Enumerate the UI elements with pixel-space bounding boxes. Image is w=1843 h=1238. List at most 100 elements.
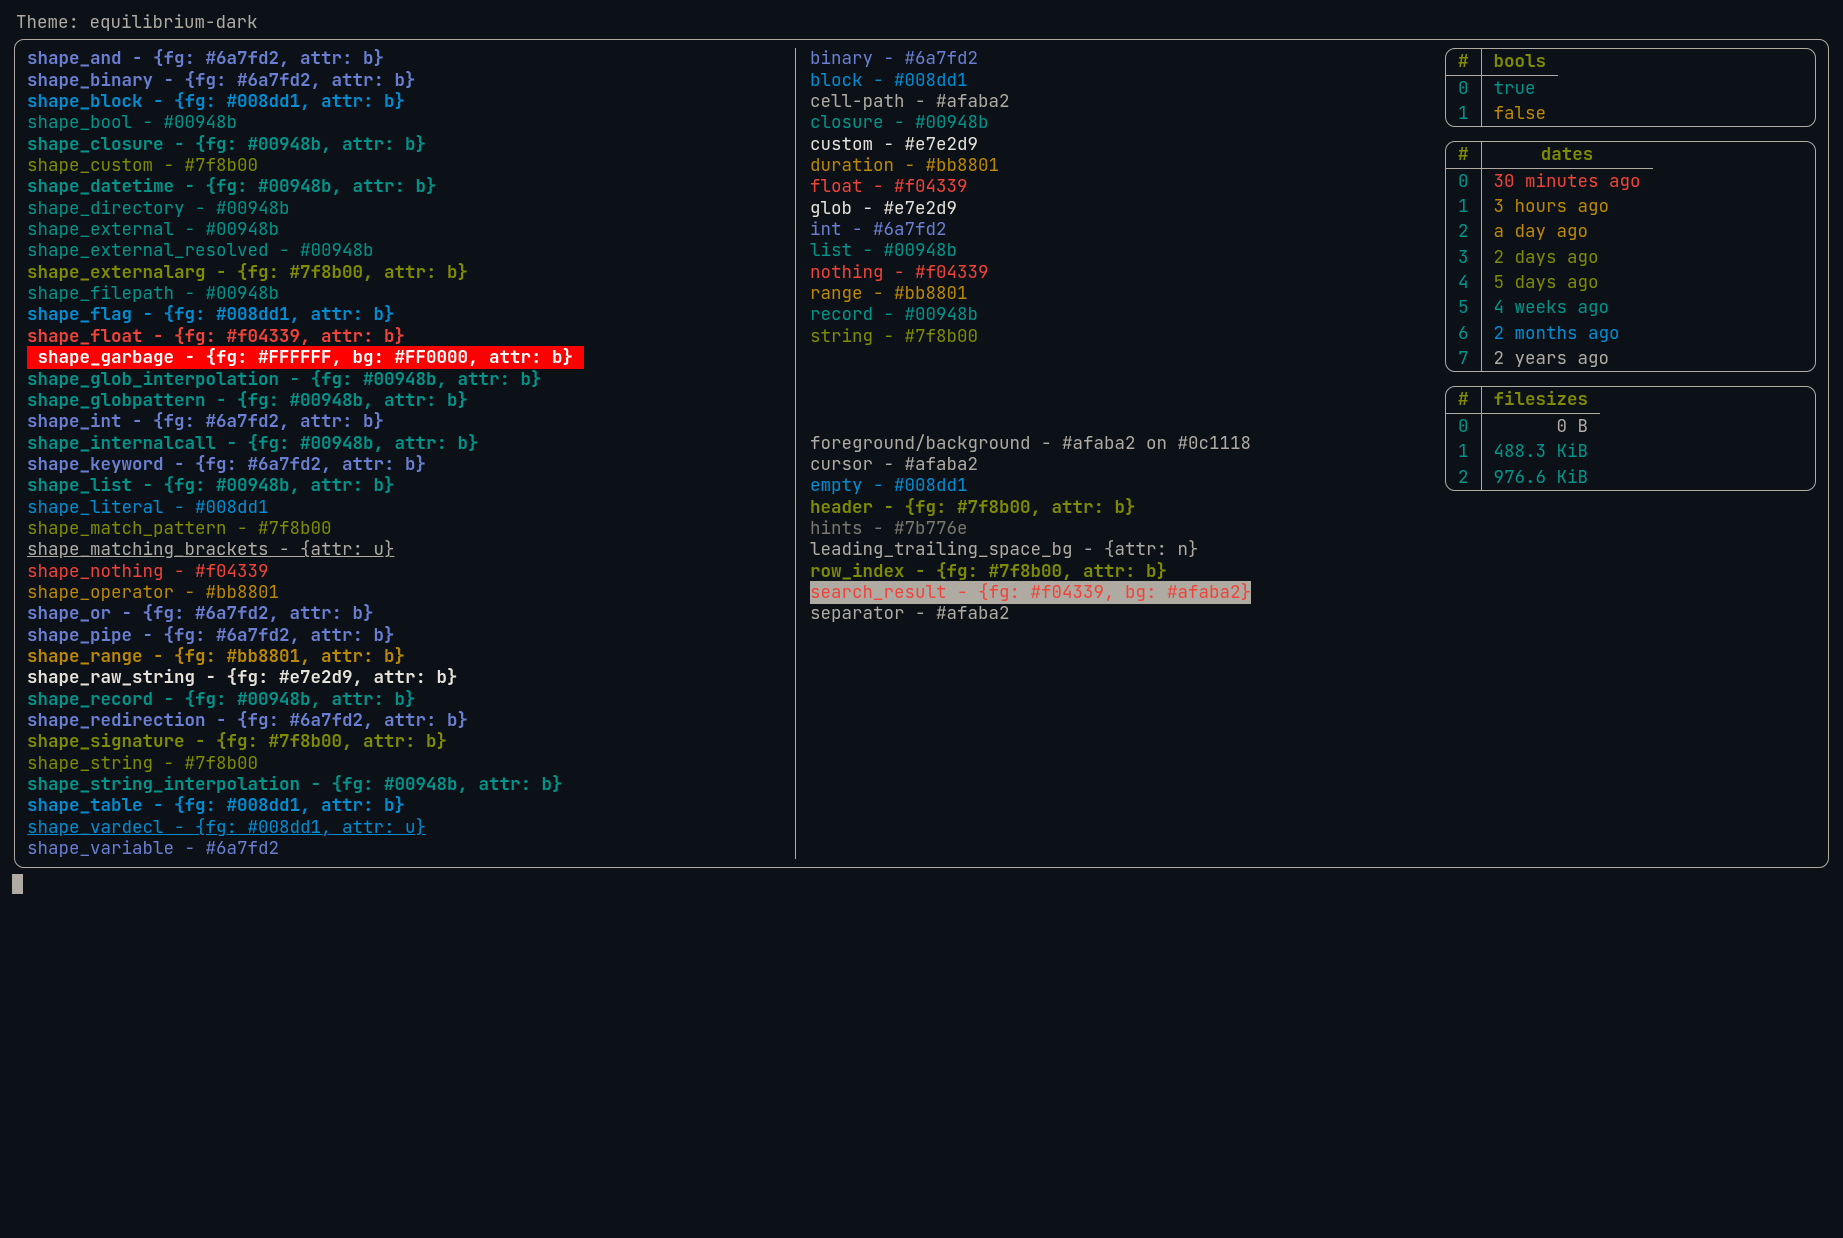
shape-row: shape_nothing - #f04339 <box>27 561 785 582</box>
kv-entry: record - #00948b <box>810 303 978 326</box>
kv-row: separator - #afaba2 <box>810 603 1421 624</box>
kv-entry: custom - #e7e2d9 <box>810 133 978 156</box>
shape-row: shape_match_pattern - #7f8b00 <box>27 518 785 539</box>
kv-entry: nothing - #f04339 <box>810 261 989 284</box>
kv-row: duration - #bb8801 <box>810 155 1421 176</box>
shape-entry: shape_range - {fg: #bb8801, attr: b} <box>27 645 405 668</box>
row-index: 1 <box>1446 194 1481 219</box>
shape-row: shape_keyword - {fg: #6a7fd2, attr: b} <box>27 454 785 475</box>
row-index: 5 <box>1446 295 1481 320</box>
table-header-index: # <box>1446 387 1481 413</box>
shape-row: shape_redirection - {fg: #6a7fd2, attr: … <box>27 710 785 731</box>
table-row: 0true <box>1446 75 1558 101</box>
shape-row: shape_glob_interpolation - {fg: #00948b,… <box>27 369 785 390</box>
shape-entry: shape_datetime - {fg: #00948b, attr: b} <box>27 175 437 198</box>
types-and-misc-column: binary - #6a7fd2block - #008dd1cell-path… <box>795 48 1435 859</box>
table-row: 45 days ago <box>1446 270 1653 295</box>
shape-row: shape_garbage - {fg: #FFFFFF, bg: #FF000… <box>27 347 785 368</box>
row-value: 2 years ago <box>1481 346 1653 371</box>
row-value: 976.6 KiB <box>1481 465 1600 490</box>
row-index: 1 <box>1446 101 1481 126</box>
table-row: 62 months ago <box>1446 321 1653 346</box>
shape-entry: shape_block - {fg: #008dd1, attr: b} <box>27 90 405 113</box>
shape-entry: shape_glob_interpolation - {fg: #00948b,… <box>27 368 542 391</box>
shape-row: shape_bool - #00948b <box>27 112 785 133</box>
kv-row: foreground/background - #afaba2 on #0c11… <box>810 433 1421 454</box>
shape-row: shape_pipe - {fg: #6a7fd2, attr: b} <box>27 625 785 646</box>
shape-row: shape_vardecl - {fg: #008dd1, attr: u} <box>27 817 785 838</box>
kv-entry: empty - #008dd1 <box>810 474 968 497</box>
table-header-index: # <box>1446 49 1481 75</box>
table-row: 00 B <box>1446 413 1600 439</box>
shape-entry: shape_flag - {fg: #008dd1, attr: b} <box>27 303 395 326</box>
table-header-dates: dates <box>1481 142 1653 168</box>
shape-row: shape_directory - #00948b <box>27 198 785 219</box>
shape-row: shape_operator - #bb8801 <box>27 582 785 603</box>
shape-entry: shape_directory - #00948b <box>27 197 290 220</box>
kv-entry: header - {fg: #7f8b00, attr: b} <box>810 496 1136 519</box>
kv-row: cursor - #afaba2 <box>810 454 1421 475</box>
row-index: 1 <box>1446 439 1481 464</box>
shape-entry: shape_signature - {fg: #7f8b00, attr: b} <box>27 730 447 753</box>
shape-row: shape_or - {fg: #6a7fd2, attr: b} <box>27 603 785 624</box>
shape-entry: shape_string_interpolation - {fg: #00948… <box>27 773 563 796</box>
kv-entry: float - #f04339 <box>810 175 968 198</box>
shape-entry: shape_nothing - #f04339 <box>27 560 269 583</box>
shape-entry: shape_match_pattern - #7f8b00 <box>27 517 332 540</box>
shape-row: shape_record - {fg: #00948b, attr: b} <box>27 689 785 710</box>
shape-entry: shape_redirection - {fg: #6a7fd2, attr: … <box>27 709 468 732</box>
kv-row: nothing - #f04339 <box>810 262 1421 283</box>
shape-entry: shape_vardecl - {fg: #008dd1, attr: u} <box>27 816 426 839</box>
shape-row: shape_signature - {fg: #7f8b00, attr: b} <box>27 731 785 752</box>
kv-entry: int - #6a7fd2 <box>810 218 947 241</box>
shape-entry: shape_or - {fg: #6a7fd2, attr: b} <box>27 602 374 625</box>
shape-row: shape_range - {fg: #bb8801, attr: b} <box>27 646 785 667</box>
row-value: 2 months ago <box>1481 321 1653 346</box>
shape-entry: shape_internalcall - {fg: #00948b, attr:… <box>27 432 479 455</box>
shape-row: shape_datetime - {fg: #00948b, attr: b} <box>27 176 785 197</box>
shape-entry: shape_pipe - {fg: #6a7fd2, attr: b} <box>27 624 395 647</box>
shape-row: shape_string - #7f8b00 <box>27 753 785 774</box>
theme-label: Theme: <box>16 11 79 34</box>
table-row: 1false <box>1446 101 1558 126</box>
kv-entry: binary - #6a7fd2 <box>810 47 978 70</box>
row-value: 30 minutes ago <box>1481 168 1653 194</box>
shape-entry: shape_table - {fg: #008dd1, attr: b} <box>27 794 405 817</box>
kv-row: hints - #7b776e <box>810 518 1421 539</box>
shape-row: shape_string_interpolation - {fg: #00948… <box>27 774 785 795</box>
row-index: 3 <box>1446 245 1481 270</box>
theme-name: equilibrium-dark <box>90 11 258 34</box>
kv-entry: range - #bb8801 <box>810 282 968 305</box>
table-row: 72 years ago <box>1446 346 1653 371</box>
shape-entry: shape_externalarg - {fg: #7f8b00, attr: … <box>27 261 468 284</box>
row-index: 2 <box>1446 465 1481 490</box>
row-index: 0 <box>1446 75 1481 101</box>
shape-entry: shape_and - {fg: #6a7fd2, attr: b} <box>27 47 384 70</box>
table-row: 2a day ago <box>1446 219 1653 244</box>
filesizes-table: # filesizes 00 B1488.3 KiB2976.6 KiB <box>1445 386 1816 490</box>
shape-entry: shape_string - #7f8b00 <box>27 752 258 775</box>
table-row: 54 weeks ago <box>1446 295 1653 320</box>
shape-row: shape_int - {fg: #6a7fd2, attr: b} <box>27 411 785 432</box>
shape-entry: shape_bool - #00948b <box>27 111 237 134</box>
kv-entry: separator - #afaba2 <box>810 602 1010 625</box>
kv-entry: glob - #e7e2d9 <box>810 197 957 220</box>
row-index: 7 <box>1446 346 1481 371</box>
shape-row: shape_external_resolved - #00948b <box>27 240 785 261</box>
kv-row: int - #6a7fd2 <box>810 219 1421 240</box>
table-row: 32 days ago <box>1446 245 1653 270</box>
row-value: 488.3 KiB <box>1481 439 1600 464</box>
shape-row: shape_and - {fg: #6a7fd2, attr: b} <box>27 48 785 69</box>
kv-row: string - #7f8b00 <box>810 326 1421 347</box>
table-header-filesizes: filesizes <box>1481 387 1600 413</box>
kv-row: record - #00948b <box>810 304 1421 325</box>
kv-entry: foreground/background - #afaba2 on #0c11… <box>810 432 1251 455</box>
shape-row: shape_float - {fg: #f04339, attr: b} <box>27 326 785 347</box>
shape-row: shape_list - {fg: #00948b, attr: b} <box>27 475 785 496</box>
row-value: true <box>1481 75 1558 101</box>
kv-row: glob - #e7e2d9 <box>810 198 1421 219</box>
shape-row: shape_table - {fg: #008dd1, attr: b} <box>27 795 785 816</box>
shape-row: shape_literal - #008dd1 <box>27 497 785 518</box>
shape-entry: shape_int - {fg: #6a7fd2, attr: b} <box>27 410 384 433</box>
kv-entry: row_index - {fg: #7f8b00, attr: b} <box>810 560 1167 583</box>
